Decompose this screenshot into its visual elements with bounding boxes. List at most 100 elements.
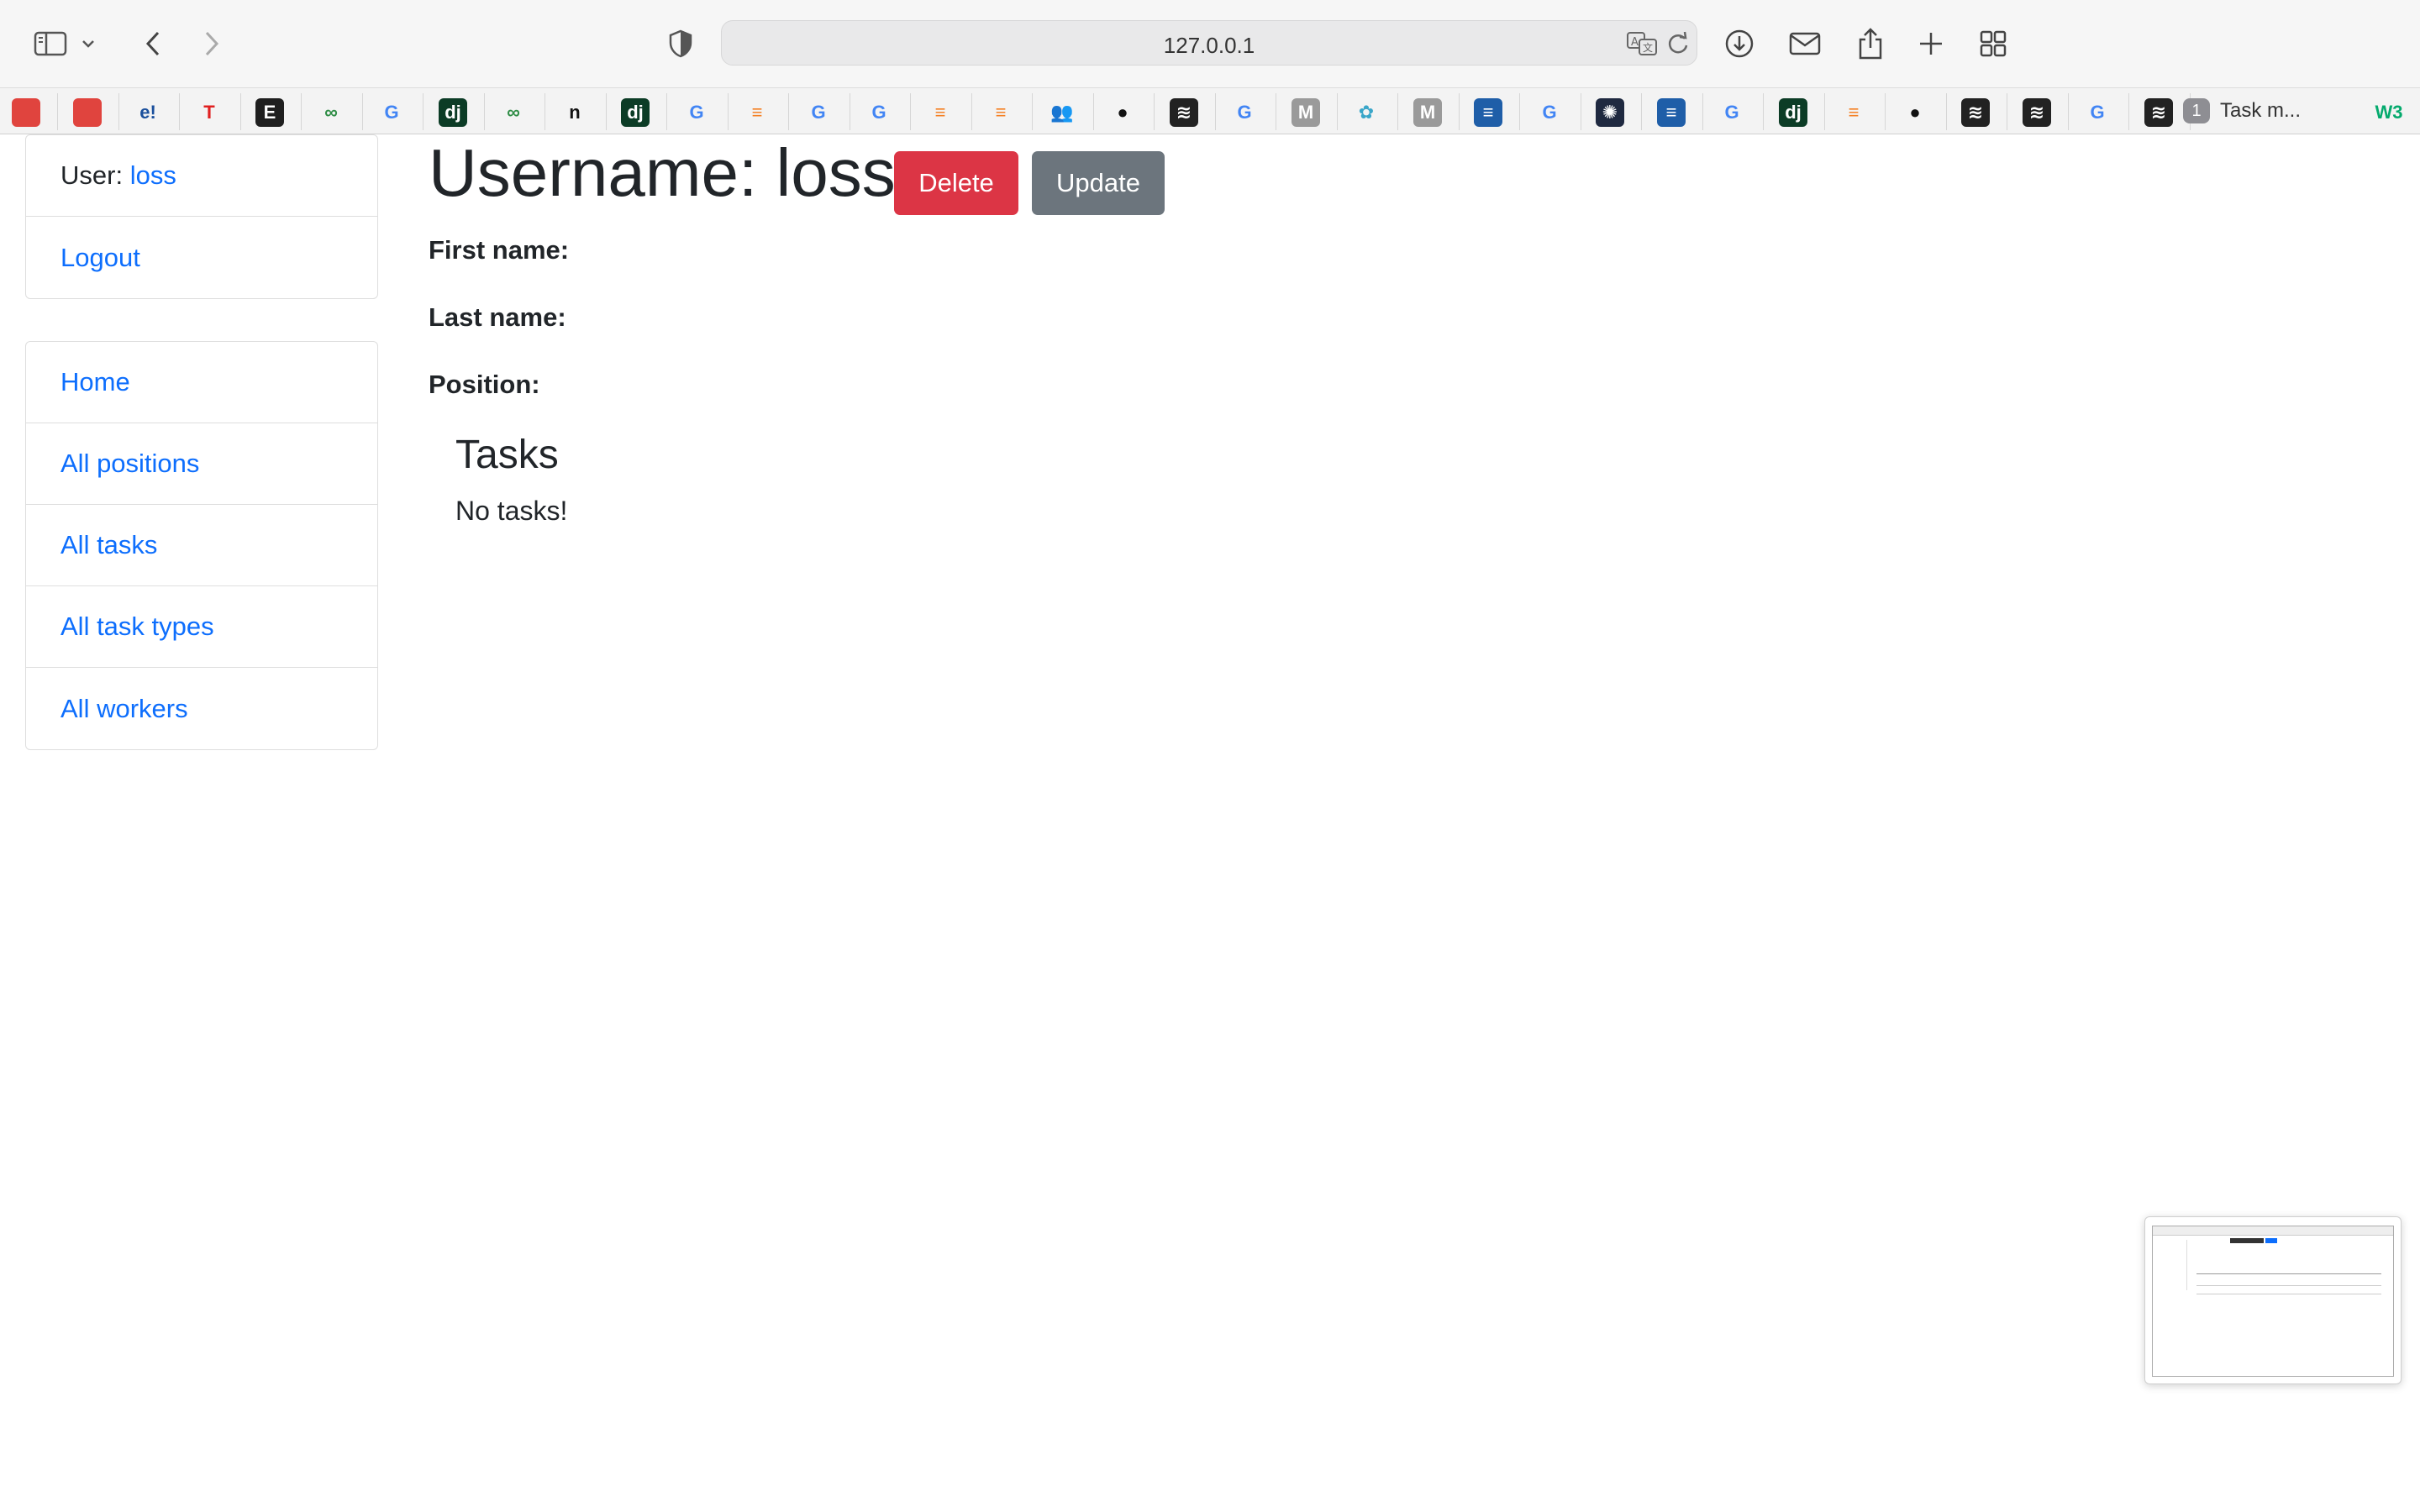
favorite-divider — [1824, 93, 1825, 130]
favorite-divider — [179, 93, 180, 130]
address-bar[interactable]: 127.0.0.1 A文 — [721, 20, 1697, 66]
update-button[interactable]: Update — [1032, 151, 1165, 215]
e-icon[interactable]: E — [255, 98, 284, 127]
sidebar-item-all-workers[interactable]: All workers — [26, 668, 377, 749]
tasks-empty-message: No tasks! — [455, 496, 568, 526]
svg-text:A: A — [1631, 36, 1639, 49]
favorite-divider — [1459, 93, 1460, 130]
google-icon[interactable]: G — [377, 98, 406, 127]
sidebar-item-all-tasks[interactable]: All tasks — [26, 505, 377, 586]
favorite-divider — [1093, 93, 1094, 130]
openai-icon[interactable] — [12, 98, 40, 127]
user-panel: User: loss Logout — [25, 134, 378, 299]
nav-link-all-positions[interactable]: All positions — [60, 449, 199, 479]
privacy-shield-icon[interactable] — [662, 25, 699, 62]
google-icon[interactable]: G — [1718, 98, 1746, 127]
django-icon[interactable]: dj — [1779, 98, 1807, 127]
stackoverflow-icon[interactable]: ≡ — [1657, 98, 1686, 127]
t-icon[interactable]: T — [195, 98, 224, 127]
logout-item[interactable]: Logout — [26, 217, 377, 298]
django-icon[interactable]: dj — [439, 98, 467, 127]
w3schools-icon[interactable]: W3 — [2375, 98, 2403, 127]
user-info: User: loss — [26, 135, 377, 217]
favorite-divider — [728, 93, 729, 130]
tab-label: Task m... — [2220, 99, 2302, 122]
openai-icon[interactable]: ✺ — [1596, 98, 1624, 127]
nav-link-home[interactable]: Home — [60, 367, 130, 397]
notion-icon[interactable]: ≋ — [1961, 98, 1990, 127]
sidebar-item-all-positions[interactable]: All positions — [26, 423, 377, 505]
favorite-divider — [2068, 93, 2069, 130]
page-title: Username: loss — [429, 135, 896, 210]
favorite-divider — [1763, 93, 1764, 130]
m-icon[interactable]: M — [1292, 98, 1320, 127]
favorite-divider — [788, 93, 789, 130]
sidebar-item-all-task-types[interactable]: All task types — [26, 586, 377, 668]
favorite-divider — [484, 93, 485, 130]
sidebar-item-home[interactable]: Home — [26, 342, 377, 423]
favorite-divider — [1215, 93, 1216, 130]
stackoverflow-icon[interactable]: ≡ — [1474, 98, 1502, 127]
favorite-divider — [1641, 93, 1642, 130]
m-icon[interactable]: M — [1413, 98, 1442, 127]
back-icon[interactable] — [134, 25, 171, 62]
gear-icon[interactable]: ✿ — [1352, 98, 1381, 127]
nav-link-all-tasks[interactable]: All tasks — [60, 530, 157, 560]
google-icon[interactable]: G — [804, 98, 833, 127]
google-icon[interactable]: G — [865, 98, 893, 127]
favorite-divider — [1032, 93, 1033, 130]
favorite-divider — [1946, 93, 1947, 130]
tab-overview-icon[interactable] — [1975, 25, 2012, 62]
logout-link[interactable]: Logout — [60, 243, 140, 273]
notion-icon[interactable]: ≋ — [2023, 98, 2051, 127]
reload-icon[interactable] — [1666, 31, 1690, 60]
download-icon[interactable] — [1721, 25, 1758, 62]
chevron-down-icon[interactable] — [77, 25, 99, 62]
last-name-label: Last name: — [429, 302, 566, 332]
google-icon[interactable]: G — [1535, 98, 1564, 127]
nav-link-all-workers[interactable]: All workers — [60, 694, 188, 724]
stackoverflow-icon[interactable]: ≡ — [1839, 98, 1868, 127]
new-tab-icon[interactable] — [1912, 25, 1949, 62]
stackoverflow-icon[interactable]: ≡ — [986, 98, 1015, 127]
favorite-divider — [301, 93, 302, 130]
favorite-divider — [240, 93, 241, 130]
favorite-divider — [1154, 93, 1155, 130]
w3-label: W3 — [2375, 102, 2403, 123]
e-icon[interactable]: e! — [134, 98, 162, 127]
favorite-divider — [2128, 93, 2129, 130]
geeks-icon[interactable]: ∞ — [499, 98, 528, 127]
tasks-heading: Tasks — [455, 433, 559, 477]
notion-icon[interactable]: ≋ — [1170, 98, 1198, 127]
notion-icon[interactable]: ≋ — [2144, 98, 2173, 127]
user-link[interactable]: loss — [130, 160, 176, 191]
stackoverflow-icon[interactable]: ≡ — [743, 98, 771, 127]
favorite-divider — [57, 93, 58, 130]
first-name-label: First name: — [429, 235, 570, 265]
forward-icon[interactable] — [193, 25, 230, 62]
people-icon[interactable]: 👥 — [1048, 98, 1076, 127]
sidebar-toggle-icon[interactable] — [32, 25, 69, 62]
favorite-divider — [971, 93, 972, 130]
nav-link-all-task-types[interactable]: All task types — [60, 612, 214, 642]
share-icon[interactable] — [1852, 25, 1889, 62]
google-icon[interactable]: G — [2083, 98, 2112, 127]
google-icon[interactable]: G — [1230, 98, 1259, 127]
stackoverflow-icon[interactable]: ≡ — [926, 98, 955, 127]
openai-icon[interactable] — [73, 98, 102, 127]
thumbnail-preview — [2152, 1226, 2394, 1377]
translate-icon[interactable]: A文 — [1626, 29, 1658, 60]
tab-task-manager[interactable]: 1 Task m... — [2183, 91, 2360, 131]
favorite-divider — [362, 93, 363, 130]
sidebar-nav: Home All positions All tasks All task ty… — [25, 341, 378, 750]
mail-icon[interactable] — [1786, 25, 1823, 62]
geeks-icon[interactable]: ∞ — [317, 98, 345, 127]
window-thumbnail[interactable] — [2144, 1216, 2402, 1384]
position-label: Position: — [429, 370, 540, 399]
github-icon[interactable]: ● — [1901, 98, 1929, 127]
google-icon[interactable]: G — [682, 98, 711, 127]
github-icon[interactable]: ● — [1108, 98, 1137, 127]
n-icon[interactable]: n — [560, 98, 589, 127]
django-icon[interactable]: dj — [621, 98, 650, 127]
delete-button[interactable]: Delete — [894, 151, 1018, 215]
